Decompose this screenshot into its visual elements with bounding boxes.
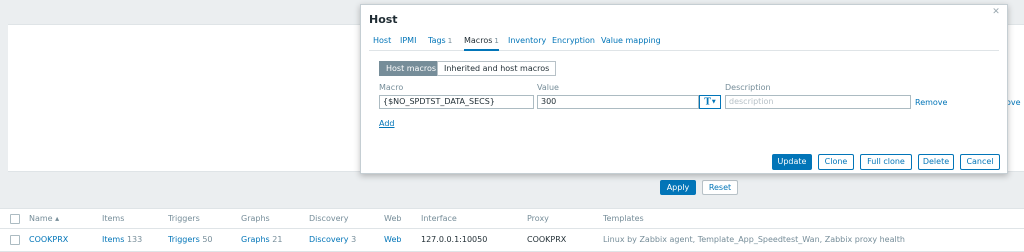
discovery-count: 3 (351, 235, 357, 244)
reset-button[interactable]: Reset (702, 180, 738, 195)
delete-button[interactable]: Delete (918, 154, 954, 170)
items-count: 133 (126, 235, 143, 244)
remove-macro-link[interactable]: Remove (915, 98, 947, 107)
tab-macros[interactable]: Macros 1 (464, 33, 499, 51)
update-button[interactable]: Update (772, 154, 812, 170)
header-name[interactable]: Name ▴ (29, 209, 59, 229)
tab-encryption-label: Encryption (552, 36, 595, 45)
chevron-down-icon: ▼ (711, 99, 716, 105)
hosts-table: Name ▴ Items Triggers Graphs Discovery W… (0, 208, 1024, 252)
triggers-link[interactable]: Triggers (168, 235, 200, 244)
background-remove-link[interactable]: ove (1006, 98, 1021, 107)
proxy-value: COOKPRX (527, 235, 567, 244)
value-column-label: Value (537, 83, 559, 92)
graphs-link[interactable]: Graphs (241, 235, 270, 244)
triggers-cell: Triggers 50 (168, 230, 213, 250)
tab-tags[interactable]: Tags 1 (428, 33, 452, 51)
tab-host-label: Host (373, 36, 392, 45)
items-cell: Items 133 (102, 230, 142, 250)
tab-macros-label: Macros (464, 36, 493, 45)
macro-input[interactable]: {$NO_SPDTST_DATA_SECS} (379, 95, 534, 109)
header-triggers: Triggers (168, 214, 200, 223)
table-row: COOKPRX Items 133 Triggers 50 Graphs 21 … (0, 230, 1024, 252)
templates-value: Linux by Zabbix agent, Template_App_Spee… (603, 235, 905, 244)
tab-ipmi[interactable]: IPMI (400, 33, 416, 51)
dialog-tabs: Host IPMI Tags 1 Macros 1 Inventory Encryp… (369, 33, 999, 51)
tab-tags-label: Tags (428, 36, 446, 45)
cancel-button[interactable]: Cancel (960, 154, 1000, 170)
description-column-label: Description (725, 83, 771, 92)
tab-ipmi-label: IPMI (400, 36, 417, 45)
row-checkbox[interactable] (10, 235, 20, 245)
add-macro-link[interactable]: Add (379, 119, 395, 128)
macro-column-label: Macro (379, 83, 404, 92)
tab-encryption[interactable]: Encryption (552, 33, 595, 51)
host-macros-tab[interactable]: Host macros (379, 61, 444, 76)
tab-inventory[interactable]: Inventory (508, 33, 546, 51)
discovery-cell: Discovery 3 (309, 230, 356, 250)
select-all-checkbox[interactable] (10, 214, 20, 224)
value-type-button[interactable]: T▼ (699, 95, 721, 109)
inherited-macros-tab[interactable]: Inherited and host macros (437, 61, 557, 76)
header-discovery: Discovery (309, 214, 349, 223)
triggers-count: 50 (202, 235, 213, 244)
table-header: Name ▴ Items Triggers Graphs Discovery W… (0, 209, 1024, 229)
value-input[interactable]: 300 (537, 95, 699, 109)
web-link[interactable]: Web (384, 230, 401, 250)
host-name-link[interactable]: COOKPRX (29, 230, 68, 250)
header-proxy: Proxy (527, 214, 549, 223)
close-icon[interactable]: ✕ (991, 7, 1001, 17)
header-web: Web (384, 214, 402, 223)
tab-value-mapping[interactable]: Value mapping (601, 33, 661, 51)
header-items: Items (102, 214, 125, 223)
header-templates: Templates (603, 214, 644, 223)
description-input[interactable]: description (725, 95, 911, 109)
filter-buttons-bar (8, 176, 1024, 198)
header-graphs: Graphs (241, 214, 270, 223)
interface-value: 127.0.0.1:10050 (421, 235, 488, 244)
items-link[interactable]: Items (102, 235, 124, 244)
tab-tags-count: 1 (447, 37, 453, 45)
tab-inventory-label: Inventory (508, 36, 547, 45)
clone-button[interactable]: Clone (818, 154, 854, 170)
tab-macros-count: 1 (494, 37, 499, 45)
dialog-title: Host (369, 13, 398, 26)
full-clone-button[interactable]: Full clone (860, 154, 912, 170)
tab-value-mapping-label: Value mapping (601, 36, 661, 45)
graphs-count: 21 (272, 235, 283, 244)
graphs-cell: Graphs 21 (241, 230, 282, 250)
text-type-icon: T (704, 97, 711, 108)
tab-host[interactable]: Host (373, 33, 391, 51)
header-interface: Interface (421, 214, 457, 223)
apply-button[interactable]: Apply (660, 180, 696, 195)
host-edit-dialog: Host ✕ Host IPMI Tags 1 Macros 1 Inventory… (360, 4, 1008, 174)
discovery-link[interactable]: Discovery (309, 235, 349, 244)
